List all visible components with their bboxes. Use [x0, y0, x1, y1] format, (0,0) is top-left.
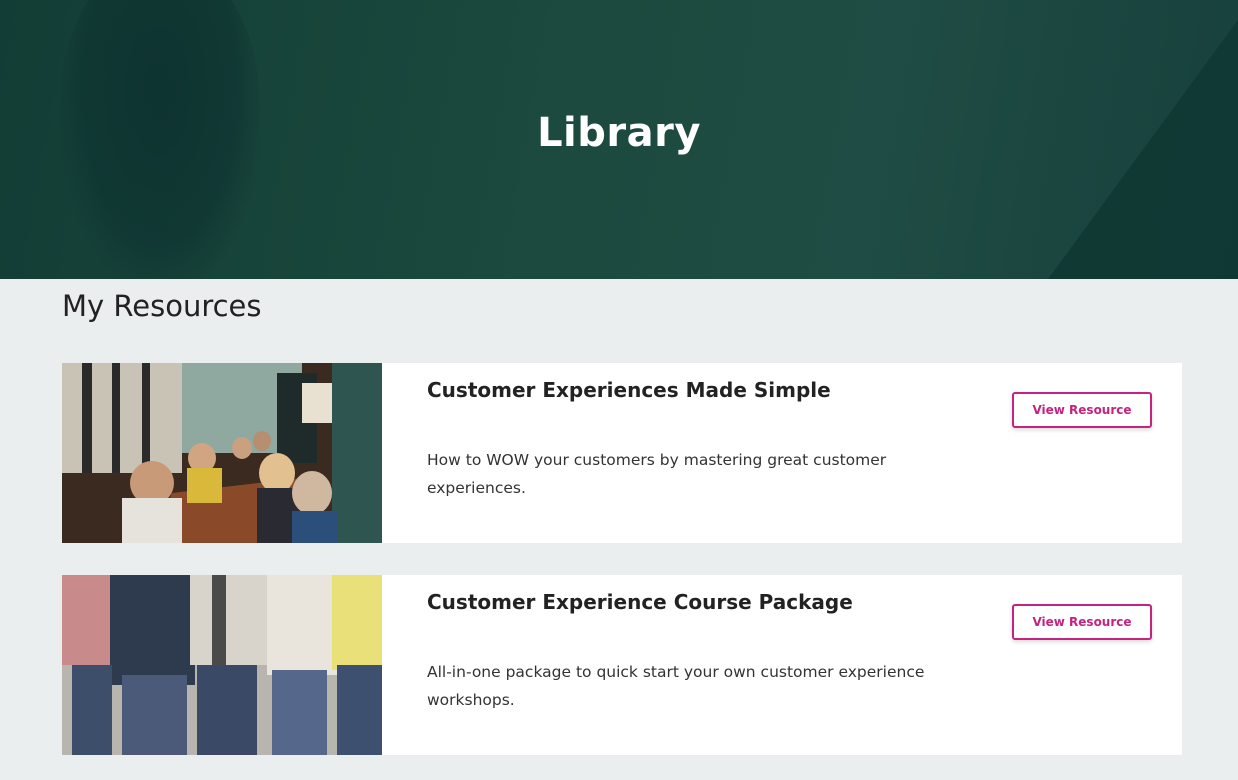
- resource-thumbnail-restaurant[interactable]: [62, 363, 382, 543]
- view-resource-button[interactable]: View Resource: [1012, 392, 1152, 428]
- resource-title[interactable]: Customer Experiences Made Simple: [427, 378, 831, 402]
- view-resource-button[interactable]: View Resource: [1012, 604, 1152, 640]
- section-title: My Resources: [62, 289, 262, 323]
- resource-description: All-in-one package to quick start your o…: [427, 663, 925, 709]
- resource-thumbnail-group[interactable]: [62, 575, 382, 755]
- resource-title[interactable]: Customer Experience Course Package: [427, 590, 853, 614]
- page-title: Library: [537, 110, 701, 156]
- resource-card: Customer Experience Course Package All-i…: [62, 575, 1182, 755]
- resource-card: Customer Experiences Made Simple How to …: [62, 363, 1182, 543]
- hero-banner: Library: [0, 0, 1238, 279]
- resource-description: How to WOW your customers by mastering g…: [427, 451, 887, 497]
